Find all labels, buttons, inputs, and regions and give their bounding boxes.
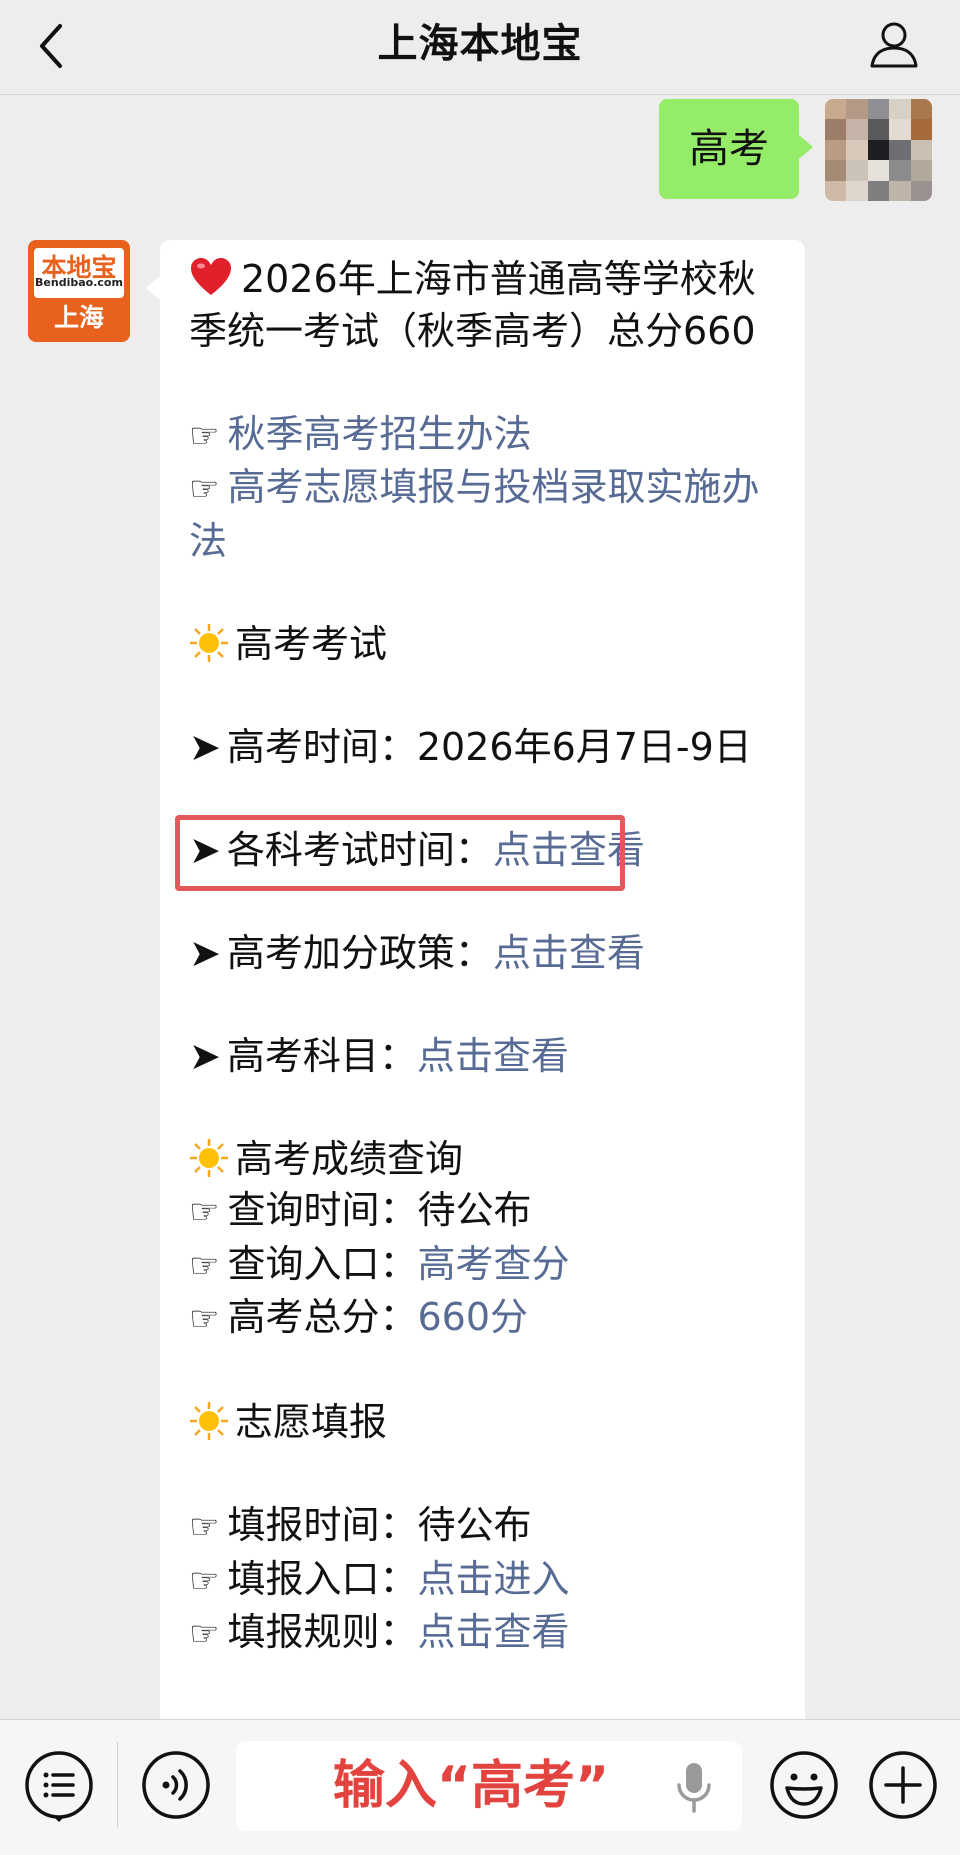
message-input[interactable]: 输入“高考” xyxy=(236,1741,742,1831)
emoji-icon[interactable] xyxy=(767,1748,841,1822)
query-entry-label: 查询入口： xyxy=(227,1241,418,1286)
user-message-bubble[interactable]: 高考 xyxy=(659,99,813,199)
sun-icon xyxy=(190,1138,228,1177)
link-score-query[interactable]: 高考查分 xyxy=(418,1242,570,1286)
pointing-hand-icon: ☞ xyxy=(189,1192,220,1232)
heart-icon xyxy=(191,258,231,295)
apply-time-label: 填报时间： xyxy=(227,1503,418,1547)
message-content: 2026年上海市普通高等学校秋季统一考试（秋季高考）总分660 ☞ 秋季高考招生办… xyxy=(175,254,789,1661)
section-exam-heading: 高考考试 xyxy=(189,619,789,671)
item-label: 高考加分政策： xyxy=(226,930,493,975)
link-line-1: ☞ 秋季高考招生办法 xyxy=(189,409,789,463)
arrow-icon: ➤ xyxy=(189,930,221,975)
link-apply-rules[interactable]: 点击查看 xyxy=(418,1610,570,1654)
pointing-hand-icon: ☞ xyxy=(189,469,220,509)
bot-message-bubble: 2026年上海市普通高等学校秋季统一考试（秋季高考）总分660 ☞ 秋季高考招生办… xyxy=(146,240,805,1719)
pointing-hand-icon: ☞ xyxy=(189,415,220,456)
query-entry-line: ☞ 查询入口：高考查分 xyxy=(189,1239,789,1293)
item-label: 各科考试时间： xyxy=(226,827,493,872)
arrow-icon: ➤ xyxy=(189,724,221,769)
page-title: 上海本地宝 xyxy=(377,21,583,67)
section-apply-heading: 志愿填报 xyxy=(189,1397,789,1449)
bot-avatar[interactable]: 本地宝 Bendibao.com 上海 xyxy=(28,240,130,342)
input-prompt: 输入“高考” xyxy=(332,1756,610,1816)
exam-time-line: ➤ 高考时间：2026年6月7日-9日 xyxy=(189,722,789,774)
link-total-score[interactable]: 660分 xyxy=(418,1295,529,1339)
apply-rules-line: ☞ 填报规则：点击查看 xyxy=(189,1607,789,1661)
user-avatar[interactable] xyxy=(825,99,932,201)
bonus-policy-line: ➤ 高考加分政策：点击查看 xyxy=(189,928,789,980)
apply-rules-label: 填报规则： xyxy=(227,1610,418,1654)
pointing-hand-icon: ☞ xyxy=(189,1614,220,1654)
link-line-2: ☞ 高考志愿填报与投档录取实施办法 xyxy=(189,462,789,567)
arrow-icon: ➤ xyxy=(189,1033,221,1078)
subject-times-line: ➤ 各科考试时间：点击查看 xyxy=(175,814,789,891)
logo-text: 本地宝 xyxy=(34,248,124,298)
apply-entry-line: ☞ 填报入口：点击进入 xyxy=(189,1554,789,1608)
pointing-hand-icon: ☞ xyxy=(189,1507,220,1547)
toolbar-divider xyxy=(117,1742,118,1828)
section-heading: 高考考试 xyxy=(235,621,388,666)
section-score-heading: 高考成绩查询 xyxy=(189,1134,789,1186)
query-time-value: 待公布 xyxy=(417,1188,532,1232)
apply-time-value: 待公布 xyxy=(417,1503,532,1547)
voice-icon[interactable] xyxy=(139,1748,213,1822)
exam-time-label: 高考时间： xyxy=(226,724,417,769)
total-score-label: 高考总分： xyxy=(227,1295,418,1339)
exam-time-value: 2026年6月7日-9日 xyxy=(416,724,752,769)
section-heading: 志愿填报 xyxy=(235,1400,388,1444)
arrow-icon: ➤ xyxy=(189,827,221,872)
intro-line: 2026年上海市普通高等学校秋季统一考试（秋季高考）总分660 xyxy=(189,254,789,357)
menu-icon[interactable] xyxy=(22,1748,96,1822)
pointing-hand-icon: ☞ xyxy=(189,1245,220,1286)
link-subject-times[interactable]: 点击查看 xyxy=(493,828,645,872)
apply-time-line: ☞ 填报时间：待公布 xyxy=(189,1500,789,1554)
item-label: 高考科目： xyxy=(226,1033,417,1078)
intro-text: 2026年上海市普通高等学校秋季统一考试（秋季高考）总分660 xyxy=(189,257,756,353)
chat-area[interactable]: 高考 本地宝 Bendibao.com 上海 2026年上海市普通高等学校秋季统… xyxy=(0,95,960,1719)
apply-entry-label: 填报入口： xyxy=(227,1556,418,1601)
query-time-line: ☞ 查询时间：待公布 xyxy=(189,1185,789,1239)
link-admission-method[interactable]: 秋季高考招生办法 xyxy=(227,412,531,456)
subjects-line: ➤ 高考科目：点击查看 xyxy=(189,1031,789,1083)
sun-icon xyxy=(190,1402,228,1440)
pointing-hand-icon: ☞ xyxy=(189,1299,220,1339)
user-icon[interactable] xyxy=(866,16,922,72)
query-time-label: 查询时间： xyxy=(227,1188,418,1232)
pointing-hand-icon: ☞ xyxy=(189,1560,220,1601)
total-score-line: ☞ 高考总分：660分 xyxy=(189,1292,789,1346)
logo-subtitle: Bendibao.com xyxy=(35,276,123,289)
logo-city: 上海 xyxy=(53,303,104,332)
mic-icon[interactable] xyxy=(674,1759,714,1815)
link-apply-entry[interactable]: 点击进入 xyxy=(418,1557,570,1601)
link-bonus-policy[interactable]: 点击查看 xyxy=(493,931,645,975)
plus-icon[interactable] xyxy=(866,1748,940,1822)
input-toolbar: 输入“高考” xyxy=(0,1719,960,1855)
nav-header: 上海本地宝 xyxy=(0,0,960,95)
link-subjects[interactable]: 点击查看 xyxy=(417,1034,569,1078)
sun-icon xyxy=(190,623,228,662)
section-heading: 高考成绩查询 xyxy=(235,1136,464,1181)
link-volunteer-admission[interactable]: 高考志愿填报与投档录取实施办法 xyxy=(189,465,760,563)
